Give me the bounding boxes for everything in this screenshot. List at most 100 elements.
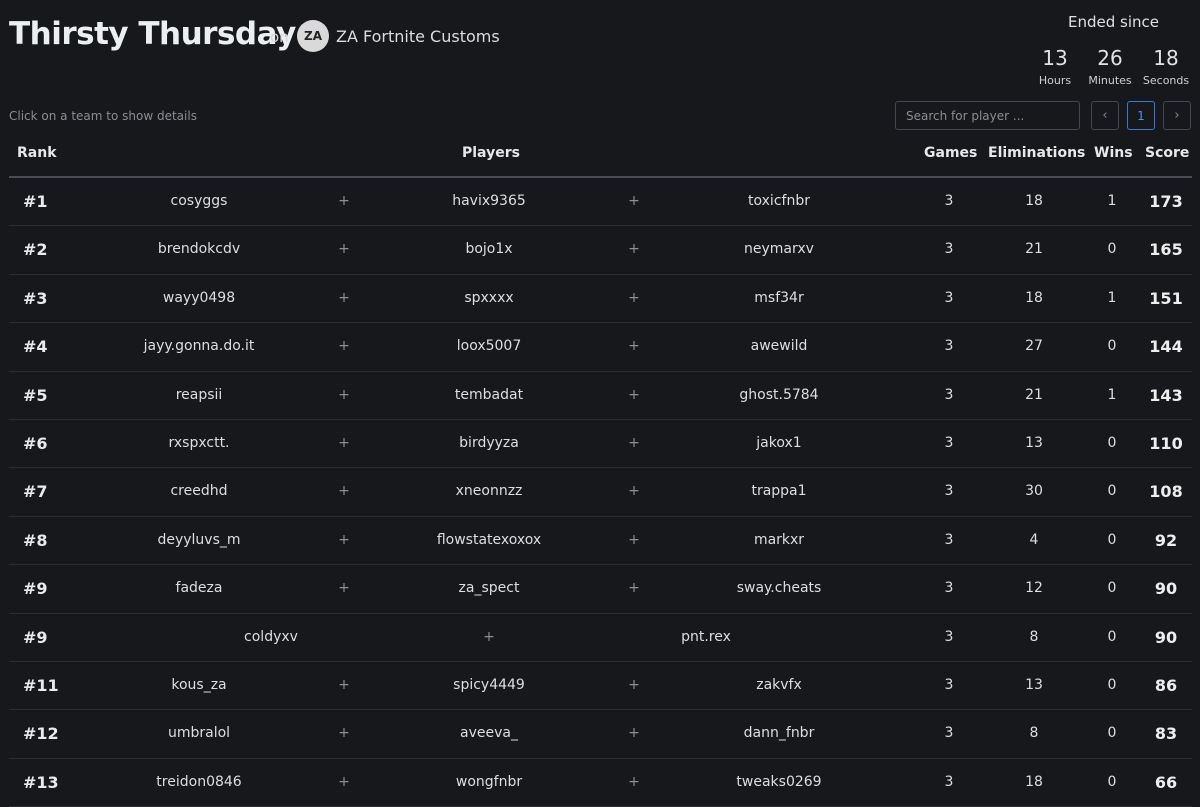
player-name[interactable]: jayy.gonna.do.it: [144, 338, 255, 354]
player-name[interactable]: birdyyza: [459, 435, 519, 451]
player-name[interactable]: rxspxctt.: [168, 435, 229, 451]
plus-separator-icon: +: [338, 531, 350, 548]
next-page-button[interactable]: ›: [1163, 101, 1191, 130]
player-name[interactable]: tweaks0269: [736, 774, 821, 790]
plus-separator-icon: +: [338, 773, 350, 790]
player-name[interactable]: wayy0498: [163, 290, 235, 306]
team-wins: 0: [1107, 676, 1117, 693]
team-score: 90: [1154, 579, 1178, 599]
eliminations-column-header[interactable]: Eliminations: [988, 145, 1085, 161]
player-name[interactable]: havix9365: [452, 193, 526, 209]
plus-separator-icon: +: [628, 386, 640, 403]
team-games: 3: [944, 580, 954, 597]
team-rank: #5: [23, 385, 48, 405]
team-rank: #4: [23, 337, 48, 357]
table-row[interactable]: #3 wayy0498 spxxxx msf34r + +3 18 1 151: [9, 275, 1192, 324]
table-row[interactable]: #12 umbralol aveeva_ dann_fnbr + +3 8 0 83: [9, 710, 1192, 759]
page-1-button[interactable]: 1: [1127, 101, 1155, 130]
score-column-header[interactable]: Score: [1145, 145, 1189, 161]
table-row[interactable]: #2 brendokcdv bojo1x neymarxv + +3 21 0 165: [9, 226, 1192, 275]
player-name[interactable]: spicy4449: [453, 677, 525, 693]
player-name[interactable]: jakox1: [756, 435, 801, 451]
player-name[interactable]: fadeza: [176, 580, 223, 596]
player-name[interactable]: bojo1x: [465, 241, 512, 257]
team-eliminations: 13: [1025, 676, 1043, 693]
player-name[interactable]: creedhd: [170, 483, 227, 499]
table-row[interactable]: #6 rxspxctt. birdyyza jakox1 + +3 13 0 110: [9, 420, 1192, 469]
player-name[interactable]: coldyxv: [244, 629, 298, 645]
table-row[interactable]: #11 kous_za spicy4449 zakvfx + +3 13 0 86: [9, 662, 1192, 711]
team-wins: 0: [1107, 580, 1117, 597]
table-row[interactable]: #8 deyyluvs_m flowstatexoxox markxr + +3 4 0 92: [9, 517, 1192, 566]
games-column-header[interactable]: Games: [924, 145, 977, 161]
player-name[interactable]: umbralol: [168, 725, 230, 741]
team-eliminations: 13: [1025, 434, 1043, 451]
player-name[interactable]: dann_fnbr: [744, 725, 815, 741]
player-name[interactable]: aveeva_: [460, 725, 518, 741]
player-name[interactable]: treidon0846: [156, 774, 241, 790]
countdown-minutes-label: Minutes: [1088, 74, 1132, 87]
plus-separator-icon: +: [628, 483, 640, 500]
plus-separator-icon: +: [628, 434, 640, 451]
table-row[interactable]: #5 reapsii tembadat ghost.5784 + +3 21 1 143: [9, 372, 1192, 420]
team-rank: #9: [23, 627, 48, 647]
team-eliminations: 4: [1029, 531, 1039, 548]
table-row[interactable]: #7 creedhd xneonnzz trappa1 + +3 30 0 108: [9, 468, 1192, 517]
table-row[interactable]: #13 treidon0846 wongfnbr tweaks0269 + +3 18 0 66: [9, 759, 1192, 807]
player-name[interactable]: za_spect: [459, 580, 520, 596]
player-name[interactable]: deyyluvs_m: [157, 532, 240, 548]
player-name[interactable]: wongfnbr: [456, 774, 522, 790]
team-score: 83: [1154, 724, 1178, 744]
countdown-seconds-value: 18: [1153, 46, 1179, 70]
player-name[interactable]: brendokcdv: [158, 241, 240, 257]
player-name[interactable]: ghost.5784: [739, 387, 818, 403]
player-name[interactable]: spxxxx: [464, 290, 513, 306]
player-name[interactable]: loox5007: [457, 338, 522, 354]
player-name[interactable]: trappa1: [751, 483, 806, 499]
player-name[interactable]: xneonnzz: [456, 483, 523, 499]
chevron-right-icon: ›: [1174, 108, 1180, 123]
team-eliminations: 30: [1025, 483, 1043, 500]
org-logo-icon[interactable]: ZA: [297, 20, 329, 52]
rank-column-header[interactable]: Rank: [17, 145, 57, 161]
table-row[interactable]: #1 cosyggs havix9365 toxicfnbr + +3 18 1 173: [9, 178, 1192, 227]
team-eliminations: 12: [1025, 580, 1043, 597]
player-name[interactable]: msf34r: [754, 290, 803, 306]
org-name-link[interactable]: ZA Fortnite Customs: [336, 27, 500, 46]
player-name[interactable]: flowstatexoxox: [437, 532, 541, 548]
table-row[interactable]: #9 coldyxv pnt.rex +3 8 0 90: [9, 614, 1192, 662]
team-games: 3: [944, 628, 954, 645]
wins-column-header[interactable]: Wins: [1094, 145, 1133, 161]
leaderboard-table: #1 cosyggs havix9365 toxicfnbr + +3 18 1 173 #2 br…: [9, 178, 1192, 807]
player-name[interactable]: zakvfx: [756, 677, 802, 693]
team-score: 165: [1149, 240, 1183, 260]
player-name[interactable]: awewild: [751, 338, 808, 354]
player-name[interactable]: markxr: [754, 532, 804, 548]
team-games: 3: [944, 241, 954, 258]
player-name[interactable]: toxicfnbr: [748, 193, 810, 209]
player-name[interactable]: reapsii: [176, 387, 223, 403]
team-wins: 0: [1107, 483, 1117, 500]
player-name[interactable]: tembadat: [455, 387, 523, 403]
team-rank: #2: [23, 240, 48, 260]
team-score: 151: [1149, 288, 1183, 308]
plus-separator-icon: +: [628, 193, 640, 209]
team-games: 3: [944, 386, 954, 403]
table-row[interactable]: #4 jayy.gonna.do.it loox5007 awewild + +3 27 0 1…: [9, 323, 1192, 372]
player-search-input[interactable]: [895, 101, 1080, 130]
player-name[interactable]: pnt.rex: [681, 629, 731, 645]
team-details-hint: Click on a team to show details: [9, 109, 197, 123]
chevron-left-icon: ‹: [1102, 108, 1108, 123]
countdown-minutes-value: 26: [1097, 46, 1123, 70]
plus-separator-icon: +: [338, 725, 350, 742]
ended-since-label: Ended since: [1068, 13, 1159, 31]
prev-page-button[interactable]: ‹: [1091, 101, 1119, 130]
countdown-hours-label: Hours: [1038, 74, 1072, 87]
player-name[interactable]: neymarxv: [744, 241, 814, 257]
player-name[interactable]: cosyggs: [171, 193, 228, 209]
team-score: 143: [1149, 385, 1183, 405]
table-row[interactable]: #9 fadeza za_spect sway.cheats + +3 12 0 90: [9, 565, 1192, 614]
team-score: 144: [1149, 337, 1183, 357]
player-name[interactable]: sway.cheats: [737, 580, 822, 596]
player-name[interactable]: kous_za: [171, 677, 226, 693]
